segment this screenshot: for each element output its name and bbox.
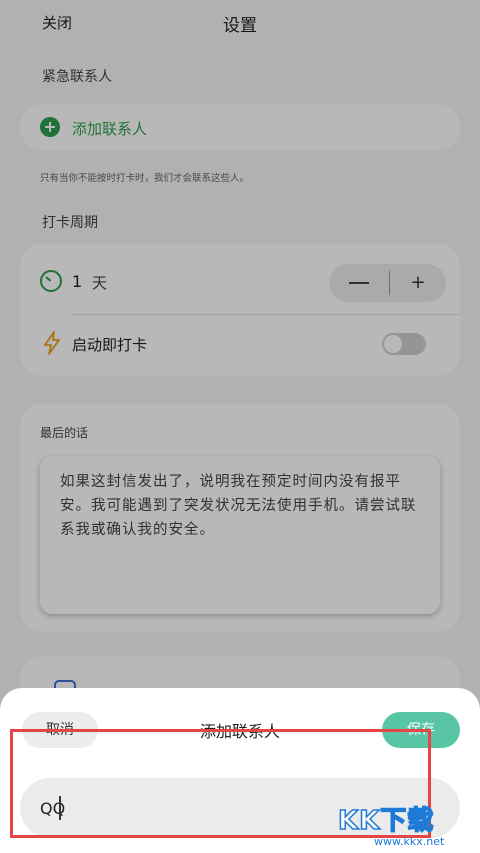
watermark-logo: KK下载 — [337, 805, 435, 837]
watermark: KK下载 www.kkx.net — [332, 790, 480, 853]
watermark-url: www.kkx.net — [374, 835, 445, 848]
